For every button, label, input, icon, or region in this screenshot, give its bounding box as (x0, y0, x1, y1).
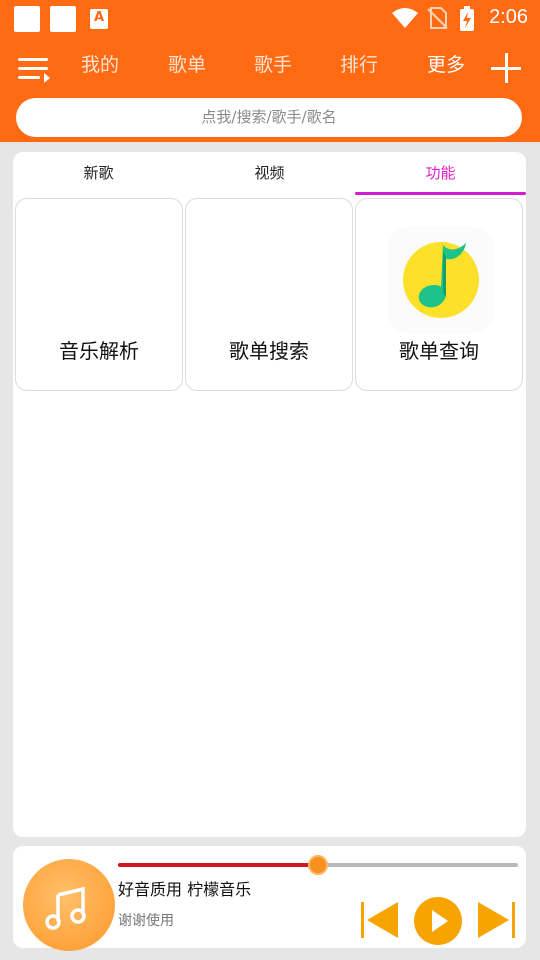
nav-tab-playlists[interactable]: 歌单 (168, 50, 206, 80)
music-notes-icon[interactable] (23, 859, 115, 951)
wifi-icon (392, 8, 418, 28)
next-icon[interactable] (476, 898, 518, 942)
font-a-icon: A (90, 9, 108, 29)
progress-fill (118, 863, 318, 867)
status-time: 2:06 (489, 6, 528, 28)
progress-thumb[interactable] (308, 855, 328, 875)
tab-videos[interactable]: 视频 (184, 162, 355, 196)
tab-functions[interactable]: 功能 (355, 162, 526, 196)
qq-music-note-icon (388, 227, 494, 333)
no-sim-icon (427, 7, 448, 29)
nav-tab-rankings[interactable]: 排行 (340, 50, 378, 80)
search-bar[interactable]: 点我/搜索/歌手/歌名 (16, 98, 522, 137)
song-title: 好音质用 柠檬音乐 (118, 880, 252, 899)
content-card: 新歌 视频 功能 音乐解析 歌单搜索 歌单查询 (13, 152, 526, 837)
notification-square-icon (14, 6, 40, 32)
app-header: A 2:06 我的 歌单 歌手 排行 更多 点我/搜索/歌手/歌名 (0, 0, 540, 142)
function-label: 音乐解析 (59, 339, 139, 363)
nav-tab-mine[interactable]: 我的 (81, 50, 119, 80)
nav-tab-more[interactable]: 更多 (427, 50, 465, 80)
notification-square-icon (50, 6, 76, 32)
function-label: 歌单搜索 (229, 339, 309, 363)
function-item-playlist-search[interactable]: 歌单搜索 (185, 198, 353, 391)
status-bar: A 2:06 (0, 0, 540, 36)
plus-icon[interactable] (489, 51, 523, 85)
previous-icon[interactable] (358, 898, 400, 942)
battery-charging-icon (460, 6, 474, 31)
nav-tab-singers[interactable]: 歌手 (254, 50, 292, 80)
function-item-music-parse[interactable]: 音乐解析 (15, 198, 183, 391)
tab-new-songs[interactable]: 新歌 (13, 162, 184, 196)
function-item-playlist-query[interactable]: 歌单查询 (355, 198, 523, 391)
play-icon[interactable] (413, 896, 463, 946)
menu-list-icon[interactable] (18, 54, 52, 84)
song-subtitle: 谢谢使用 (118, 913, 174, 929)
function-label: 歌单查询 (399, 339, 479, 363)
tab-indicator (355, 192, 526, 195)
